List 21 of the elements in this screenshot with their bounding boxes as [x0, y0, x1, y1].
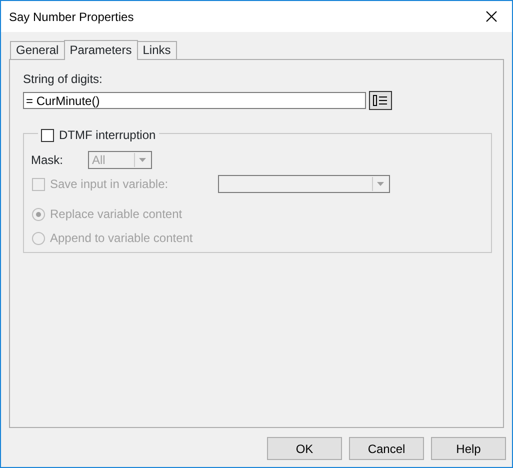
- checkbox-label: DTMF interruption: [59, 127, 156, 144]
- checkbox[interactable]: [41, 128, 54, 142]
- dialog-button[interactable]: Help: [431, 437, 506, 460]
- close-icon: [486, 11, 496, 22]
- dialog-button[interactable]: Cancel: [349, 437, 424, 460]
- checkbox-label: Save input in variable:: [50, 176, 170, 193]
- field-label: String of digits:: [23, 71, 104, 88]
- tab[interactable]: Parameters: [64, 40, 138, 60]
- radio-label: Append to variable content: [50, 230, 193, 247]
- tab[interactable]: Links: [136, 41, 177, 59]
- tab[interactable]: General: [10, 41, 65, 59]
- field-label: Mask:: [31, 152, 64, 169]
- expression-button[interactable]: [369, 91, 392, 110]
- radio-label: Replace variable content: [50, 206, 182, 223]
- dialog-button[interactable]: OK: [267, 437, 342, 460]
- window-title: Say Number Properties: [9, 8, 134, 26]
- list-icon: [373, 95, 388, 106]
- dropdown[interactable]: [218, 175, 390, 193]
- caret-icon: [139, 158, 146, 162]
- text-field[interactable]: = CurMinute(): [23, 92, 366, 109]
- caret-icon: [377, 182, 384, 186]
